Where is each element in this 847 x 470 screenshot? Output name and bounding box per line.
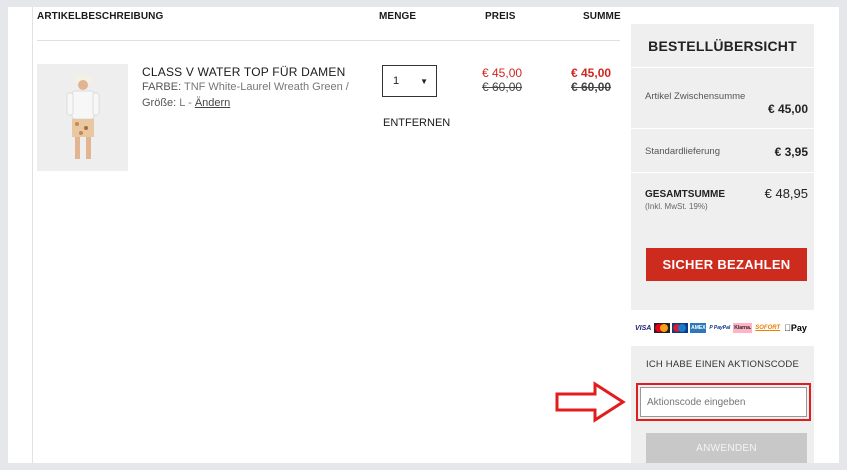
product-image[interactable] xyxy=(37,64,128,171)
summary-title: BESTELLÜBERSICHT xyxy=(648,37,797,54)
total-tax-note: (Inkl. MwSt. 19%) xyxy=(645,202,708,211)
maestro-icon xyxy=(672,323,689,333)
apple-pay-icon: Pay xyxy=(783,323,808,333)
sum-original: € 60,00 xyxy=(571,80,612,94)
order-summary-panel: BESTELLÜBERSICHT Artikel Zwischensumme €… xyxy=(631,24,814,463)
mastercard-icon xyxy=(654,323,671,333)
summary-divider xyxy=(631,67,814,68)
color-label: FARBE: xyxy=(142,81,182,93)
apple-pay-label: Pay xyxy=(784,323,807,333)
paypal-icon: P PayPal xyxy=(709,325,731,331)
arrow-right-icon xyxy=(555,381,626,423)
shipping-label: Standardlieferung xyxy=(645,146,720,157)
attr-separator: / xyxy=(345,81,349,93)
quantity-select[interactable]: 1 ▼ xyxy=(382,65,437,97)
amex-icon: AMEX xyxy=(690,323,707,333)
header-description: ARTIKELBESCHREIBUNG xyxy=(37,11,164,22)
visa-icon: VISA xyxy=(635,324,652,332)
secure-pay-button[interactable]: SICHER BEZAHLEN xyxy=(646,248,807,281)
header-quantity: MENGE xyxy=(379,11,417,22)
product-color: FARBE: TNF White-Laurel Wreath Green / xyxy=(142,81,349,93)
summary-divider xyxy=(631,172,814,173)
payment-methods-strip: VISA AMEX P PayPal Klarna. SOFORT Pay xyxy=(631,310,814,346)
sum-current: € 45,00 xyxy=(571,66,612,80)
header-price: PREIS xyxy=(485,11,516,22)
color-value: TNF White-Laurel Wreath Green xyxy=(183,81,343,93)
remove-link[interactable]: ENTFERNEN xyxy=(383,117,450,129)
subtotal-label: Artikel Zwischensumme xyxy=(645,91,746,102)
chevron-down-icon: ▼ xyxy=(420,76,428,86)
klarna-icon: Klarna. xyxy=(733,323,753,333)
total-label: GESAMTSUMME xyxy=(645,189,725,200)
header-divider xyxy=(37,40,620,41)
size-dash: - xyxy=(188,97,192,109)
subtotal-value: € 45,00 xyxy=(767,102,808,116)
shipping-value: € 3,95 xyxy=(774,145,808,159)
promo-code-title: ICH HABE EINEN AKTIONSCODE xyxy=(645,359,799,370)
price-current: € 45,00 xyxy=(482,66,523,80)
cart-page: ARTIKELBESCHREIBUNG MENGE PREIS SUMME CL… xyxy=(8,7,839,463)
left-border xyxy=(32,7,33,463)
product-title[interactable]: CLASS V WATER TOP FÜR DAMEN xyxy=(142,65,345,79)
quantity-value: 1 xyxy=(393,75,400,87)
size-label: Größe: xyxy=(142,97,177,109)
promo-code-input[interactable] xyxy=(640,387,807,417)
price-original: € 60,00 xyxy=(482,80,523,94)
total-value: € 48,95 xyxy=(764,186,808,201)
change-link[interactable]: Ändern xyxy=(195,97,230,109)
sofort-icon: SOFORT xyxy=(755,325,781,331)
product-figure-icon xyxy=(66,75,99,159)
apply-promo-button[interactable]: ANWENDEN xyxy=(646,433,807,463)
product-size: Größe: L - Ändern xyxy=(142,97,230,109)
size-value: L xyxy=(179,97,186,109)
summary-divider xyxy=(631,128,814,129)
header-sum: SUMME xyxy=(583,11,621,22)
